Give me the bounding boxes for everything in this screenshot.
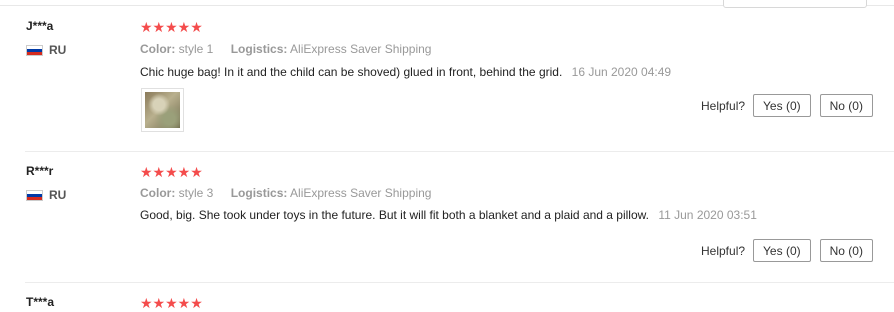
review-date: 16 Jun 2020 04:49: [571, 65, 672, 79]
helpful-vote: Helpful? Yes (0) No (0): [701, 239, 873, 262]
helpful-yes-button[interactable]: Yes (0): [753, 94, 811, 117]
color-label: Color:: [140, 42, 176, 56]
reviewer-country: RU: [26, 188, 66, 202]
helpful-vote: Helpful? Yes (0) No (0): [701, 94, 873, 117]
color-value: style 3: [178, 186, 214, 200]
review-divider: [25, 151, 894, 152]
review-photo-thumbnail[interactable]: [141, 88, 184, 132]
logistics-label: Logistics:: [230, 42, 288, 56]
helpful-no-button[interactable]: No (0): [819, 239, 873, 262]
top-control-partial[interactable]: [723, 0, 867, 8]
russia-flag-icon: [26, 189, 43, 201]
star-rating: ★★★★★: [140, 19, 203, 35]
helpful-yes-button[interactable]: Yes (0): [753, 239, 811, 262]
color-value: style 1: [178, 42, 214, 56]
country-code: RU: [49, 188, 67, 202]
review-text-line: Good, big. She took under toys in the fu…: [140, 208, 757, 222]
review-divider: [25, 282, 894, 283]
reviewer-name: J***a: [26, 19, 54, 33]
reviewer-country: RU: [26, 43, 66, 57]
helpful-no-button[interactable]: No (0): [819, 94, 873, 117]
helpful-label: Helpful?: [701, 243, 746, 258]
review-attributes: Color: style 1 Logistics: AliExpress Sav…: [140, 42, 431, 56]
star-rating: ★★★★★: [140, 295, 203, 311]
review-attributes: Color: style 3 Logistics: AliExpress Sav…: [140, 186, 431, 200]
color-label: Color:: [140, 186, 176, 200]
logistics-value: AliExpress Saver Shipping: [290, 42, 432, 56]
helpful-label: Helpful?: [701, 98, 746, 113]
review-text: Chic huge bag! In it and the child can b…: [140, 65, 563, 79]
country-code: RU: [49, 43, 67, 57]
star-rating: ★★★★★: [140, 164, 203, 180]
logistics-value: AliExpress Saver Shipping: [290, 186, 432, 200]
logistics-label: Logistics:: [230, 186, 288, 200]
reviewer-name: T***a: [26, 295, 55, 309]
review-photo: [145, 92, 180, 128]
review-text-line: Chic huge bag! In it and the child can b…: [140, 65, 671, 79]
review-text: Good, big. She took under toys in the fu…: [140, 208, 649, 222]
review-date: 11 Jun 2020 03:51: [658, 208, 757, 222]
reviewer-name: R***r: [26, 164, 54, 178]
russia-flag-icon: [26, 44, 43, 56]
